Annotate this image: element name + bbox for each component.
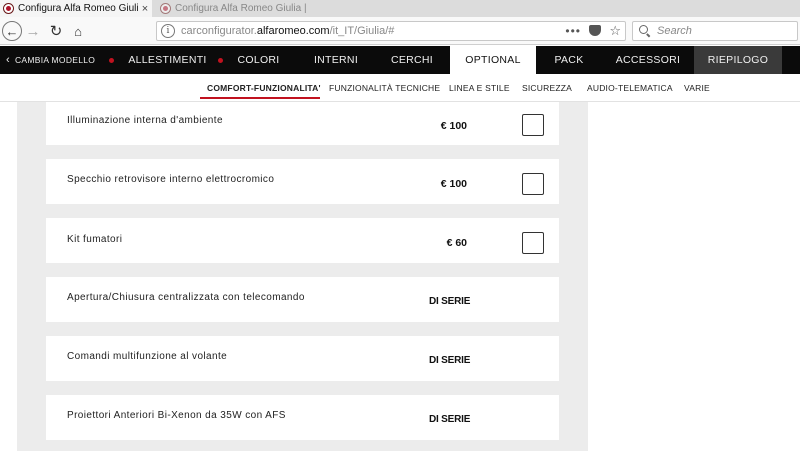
tab-linea-e-stile[interactable]: LINEA E STILE: [449, 74, 510, 102]
browser-tab-inactive[interactable]: Configura Alfa Romeo Giulia | C: [157, 0, 307, 17]
browser-tab-active[interactable]: Configura Alfa Romeo Giulia | C ×: [0, 0, 152, 17]
forward-arrow-icon[interactable]: →: [25, 21, 41, 41]
tab-varie[interactable]: VARIE: [684, 74, 710, 102]
option-checkbox[interactable]: [522, 114, 544, 136]
tab-audio-telematica[interactable]: AUDIO-TELEMATICA: [587, 74, 673, 102]
option-row: Specchio retrovisore interno elettrocrom…: [46, 159, 559, 204]
star-icon[interactable]: ☆: [609, 23, 621, 39]
menu-item-cerchi[interactable]: CERCHI: [376, 46, 448, 74]
option-standard-badge: DI SERIE: [429, 355, 471, 366]
home-icon[interactable]: ⌂: [70, 21, 86, 41]
menu-item-interni[interactable]: INTERNI: [298, 46, 374, 74]
option-label: Kit fumatori: [67, 234, 123, 245]
option-label: Proiettori Anteriori Bi-Xenon da 35W con…: [67, 410, 286, 421]
change-model-button[interactable]: ‹ CAMBIA MODELLO: [6, 46, 95, 74]
option-label: Illuminazione interna d'ambiente: [67, 115, 223, 126]
tab-close-icon[interactable]: ×: [138, 3, 152, 15]
back-arrow-icon[interactable]: ←: [2, 21, 22, 41]
tab-sicurezza[interactable]: SICUREZZA: [522, 74, 572, 102]
alfa-romeo-favicon-icon: [3, 3, 14, 14]
completed-dot-icon: [109, 57, 115, 63]
option-standard-badge: DI SERIE: [429, 296, 471, 307]
option-price: € 100: [440, 178, 467, 190]
option-row: Apertura/Chiusura centralizzata con tele…: [46, 277, 559, 322]
url-bar[interactable]: i carconfigurator.alfaromeo.com/it_IT/Gi…: [156, 21, 626, 41]
chevron-left-icon: ‹: [6, 54, 10, 66]
menu-item-pack[interactable]: PACK: [536, 46, 602, 74]
option-checkbox[interactable]: [522, 232, 544, 254]
menu-item-colori[interactable]: COLORI: [214, 46, 284, 74]
active-tab-underline: [200, 97, 320, 99]
menu-item-allestimenti[interactable]: ALLESTIMENTI: [108, 46, 208, 74]
options-category-tabs: COMFORT-FUNZIONALITA' FUNZIONALITÀ TECNI…: [0, 74, 800, 102]
completed-dot-icon: [218, 57, 224, 63]
option-row: Comandi multifunzione al volante DI SERI…: [46, 336, 559, 381]
pocket-icon[interactable]: [589, 25, 601, 36]
tab-title: Configura Alfa Romeo Giulia | C: [18, 3, 138, 14]
option-label: Comandi multifunzione al volante: [67, 351, 228, 362]
option-row: Illuminazione interna d'ambiente € 100: [46, 102, 559, 145]
option-standard-badge: DI SERIE: [429, 414, 471, 425]
page-actions-menu-icon[interactable]: •••: [565, 24, 581, 38]
option-price: € 60: [446, 237, 467, 249]
browser-tab-strip: Configura Alfa Romeo Giulia | C × Config…: [0, 0, 800, 17]
menu-item-riepilogo[interactable]: RIEPILOGO: [694, 46, 782, 74]
search-icon: [639, 25, 651, 37]
search-input[interactable]: Search: [632, 21, 798, 41]
option-row: Proiettori Anteriori Bi-Xenon da 35W con…: [46, 395, 559, 440]
search-placeholder: Search: [657, 25, 692, 37]
tab-title: Configura Alfa Romeo Giulia | C: [175, 3, 307, 14]
option-label: Apertura/Chiusura centralizzata con tele…: [67, 292, 305, 303]
option-checkbox[interactable]: [522, 173, 544, 195]
option-row: Kit fumatori € 60: [46, 218, 559, 263]
menu-item-optional[interactable]: OPTIONAL: [450, 46, 536, 74]
menu-item-accessori[interactable]: ACCESSORI: [602, 46, 694, 74]
url-text[interactable]: carconfigurator.alfaromeo.com/it_IT/Giul…: [181, 25, 394, 37]
browser-navbar: ← → ↻ ⌂ i carconfigurator.alfaromeo.com/…: [0, 17, 800, 45]
option-label: Specchio retrovisore interno elettrocrom…: [67, 174, 275, 185]
info-icon[interactable]: i: [161, 24, 175, 38]
tab-funzionalita-tecniche[interactable]: FUNZIONALITÀ TECNICHE: [329, 74, 440, 102]
alfa-romeo-favicon-icon: [160, 3, 171, 14]
reload-icon[interactable]: ↻: [48, 21, 64, 41]
option-price: € 100: [440, 120, 467, 132]
configurator-main-menu: ‹ CAMBIA MODELLO ALLESTIMENTI COLORI INT…: [0, 46, 800, 74]
